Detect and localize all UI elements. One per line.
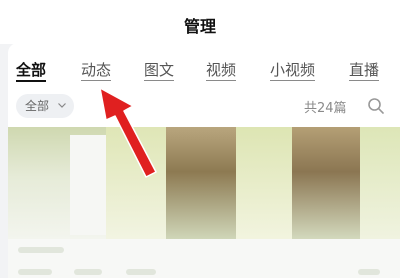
tab-label: 直播 (349, 61, 380, 81)
thumbnail[interactable] (8, 127, 106, 239)
category-tabs: 全部 动态 图文 视频 小视频 直播 (8, 59, 400, 83)
top-bar: 管理 (0, 0, 400, 44)
tab-label: 视频 (206, 61, 237, 81)
tab-label: 图文 (144, 61, 175, 81)
thumbnail[interactable] (292, 127, 360, 239)
blurred-text (126, 269, 156, 275)
thumbnail[interactable] (360, 127, 400, 239)
blurred-text (358, 269, 380, 275)
blurred-text (18, 247, 64, 253)
content-card: 全部 动态 图文 视频 小视频 直播 全部 共24篇 (8, 43, 400, 278)
search-icon[interactable] (367, 97, 385, 115)
tab-label: 动态 (81, 61, 112, 81)
tab-dynamic[interactable]: 动态 (81, 59, 112, 81)
tab-short-video[interactable]: 小视频 (270, 59, 316, 81)
blurred-text (74, 269, 102, 275)
tab-live[interactable]: 直播 (349, 59, 380, 81)
thumbnail-panel (70, 135, 106, 235)
tab-image-text[interactable]: 图文 (144, 59, 175, 81)
thumbnail[interactable] (166, 127, 236, 239)
tab-all[interactable]: 全部 (16, 59, 47, 82)
filter-dropdown[interactable]: 全部 (16, 94, 74, 118)
tab-video[interactable]: 视频 (206, 59, 237, 81)
content-thumbnails (8, 127, 400, 239)
article-count: 共24篇 (304, 101, 347, 116)
chevron-down-icon (58, 103, 66, 108)
tab-label: 小视频 (270, 61, 316, 81)
blurred-text (18, 269, 52, 275)
filter-label: 全部 (25, 99, 50, 113)
thumbnail[interactable] (106, 127, 166, 239)
thumbnail[interactable] (236, 127, 292, 239)
content-list-preview (8, 239, 400, 278)
tab-label: 全部 (16, 61, 47, 82)
page-title: 管理 (183, 17, 216, 36)
